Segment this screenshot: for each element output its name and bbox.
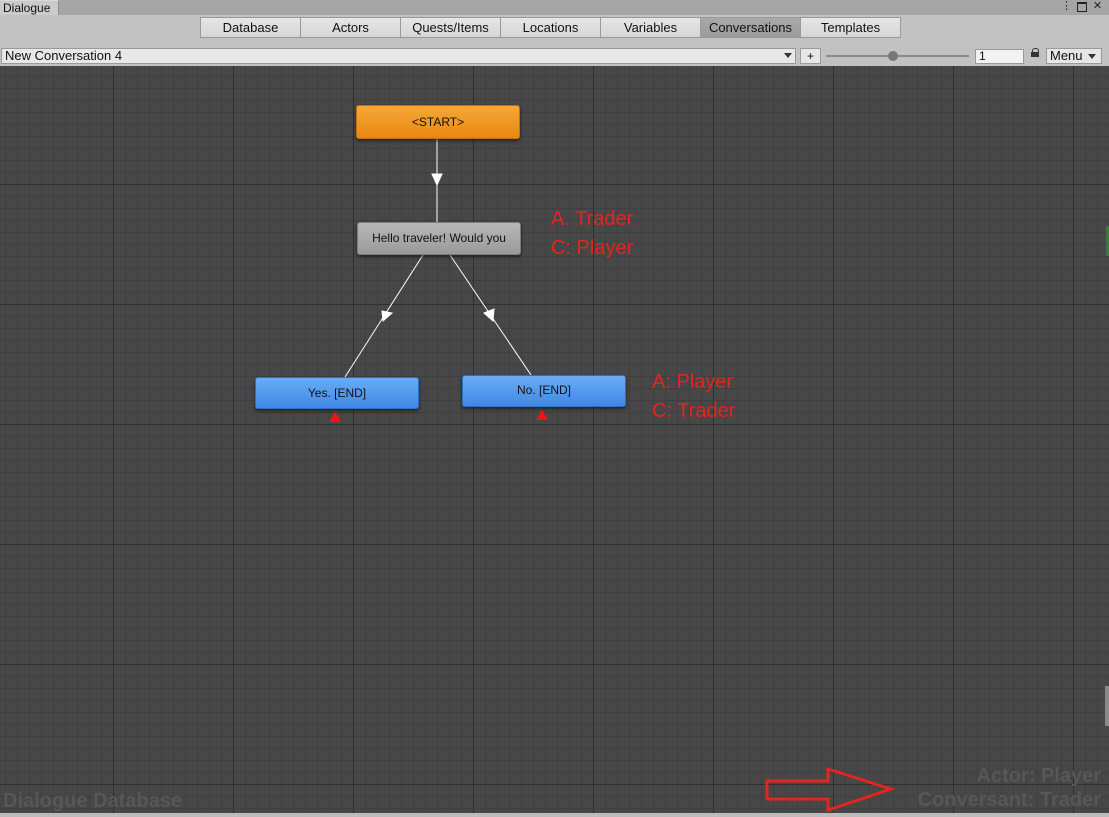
database-watermark: Dialogue Database bbox=[3, 790, 182, 812]
scrollbar-handle[interactable] bbox=[1105, 686, 1109, 726]
tab-variables[interactable]: Variables bbox=[600, 17, 701, 38]
conversation-dropdown[interactable]: New Conversation 4 bbox=[1, 48, 796, 64]
editor-tab-bar: Database Actors Quests/Items Locations V… bbox=[0, 15, 1109, 42]
chevron-down-icon bbox=[1088, 54, 1096, 59]
chevron-down-icon bbox=[784, 53, 792, 58]
annotation-conversant: C: Player bbox=[551, 237, 634, 259]
start-node[interactable]: <START> bbox=[356, 105, 520, 139]
lock-icon[interactable] bbox=[1031, 48, 1039, 57]
link-arrow-icon bbox=[431, 173, 443, 187]
more-vert-icon[interactable]: ⋮ bbox=[1061, 1, 1072, 12]
npc-node-annotation: A. Trader C: Player bbox=[551, 205, 633, 263]
tab-templates[interactable]: Templates bbox=[800, 17, 901, 38]
node-canvas[interactable]: <START> Hello traveler! Would you Yes. [… bbox=[0, 66, 1109, 813]
link-arrow-icon bbox=[381, 310, 394, 323]
annotation-actor: A. Trader bbox=[551, 208, 634, 230]
annotation-conversant: C: Trader bbox=[652, 400, 736, 422]
tab-quests-items[interactable]: Quests/Items bbox=[400, 17, 501, 38]
conversation-dropdown-value: New Conversation 4 bbox=[5, 48, 123, 63]
window-tab-dialogue[interactable]: Dialogue bbox=[0, 0, 60, 16]
node-links bbox=[344, 139, 532, 378]
menu-button-label: Menu bbox=[1050, 48, 1083, 63]
tab-database[interactable]: Database bbox=[200, 17, 301, 38]
tab-locations[interactable]: Locations bbox=[500, 17, 601, 38]
annotation-actor: A: Player bbox=[652, 371, 734, 393]
add-conversation-button[interactable]: + bbox=[800, 48, 821, 64]
zoom-value-field[interactable]: 1 bbox=[975, 49, 1024, 64]
response-nodes-annotation: A: Player C: Trader bbox=[652, 368, 735, 426]
red-triangle-marker-icon bbox=[329, 412, 341, 422]
actor-watermark: Actor: Player bbox=[976, 765, 1102, 787]
window-title-bar: Dialogue ⋮ ✕ bbox=[0, 0, 1109, 16]
maximize-icon[interactable] bbox=[1077, 1, 1087, 12]
bottom-border bbox=[0, 813, 1109, 817]
tab-actors[interactable]: Actors bbox=[300, 17, 401, 38]
participants-watermark: Actor: Player Conversant: Trader bbox=[918, 764, 1101, 812]
close-icon[interactable]: ✕ bbox=[1092, 1, 1103, 12]
conversant-watermark: Conversant: Trader bbox=[917, 789, 1101, 811]
tab-conversations[interactable]: Conversations bbox=[700, 17, 801, 38]
red-triangle-marker-icon bbox=[536, 410, 548, 420]
link-arrow-icon bbox=[483, 308, 495, 323]
conversation-toolbar: New Conversation 4 + 1 Menu bbox=[0, 42, 1109, 67]
editor-tabs: Database Actors Quests/Items Locations V… bbox=[200, 17, 901, 38]
window-controls: ⋮ ✕ bbox=[1061, 0, 1103, 13]
npc-dialogue-node[interactable]: Hello traveler! Would you bbox=[357, 222, 521, 255]
right-arrow-annotation-icon bbox=[765, 766, 896, 813]
menu-button[interactable]: Menu bbox=[1046, 48, 1102, 64]
response-node-yes[interactable]: Yes. [END] bbox=[255, 377, 419, 409]
zoom-slider-thumb[interactable] bbox=[888, 51, 898, 61]
response-node-no[interactable]: No. [END] bbox=[462, 375, 626, 407]
